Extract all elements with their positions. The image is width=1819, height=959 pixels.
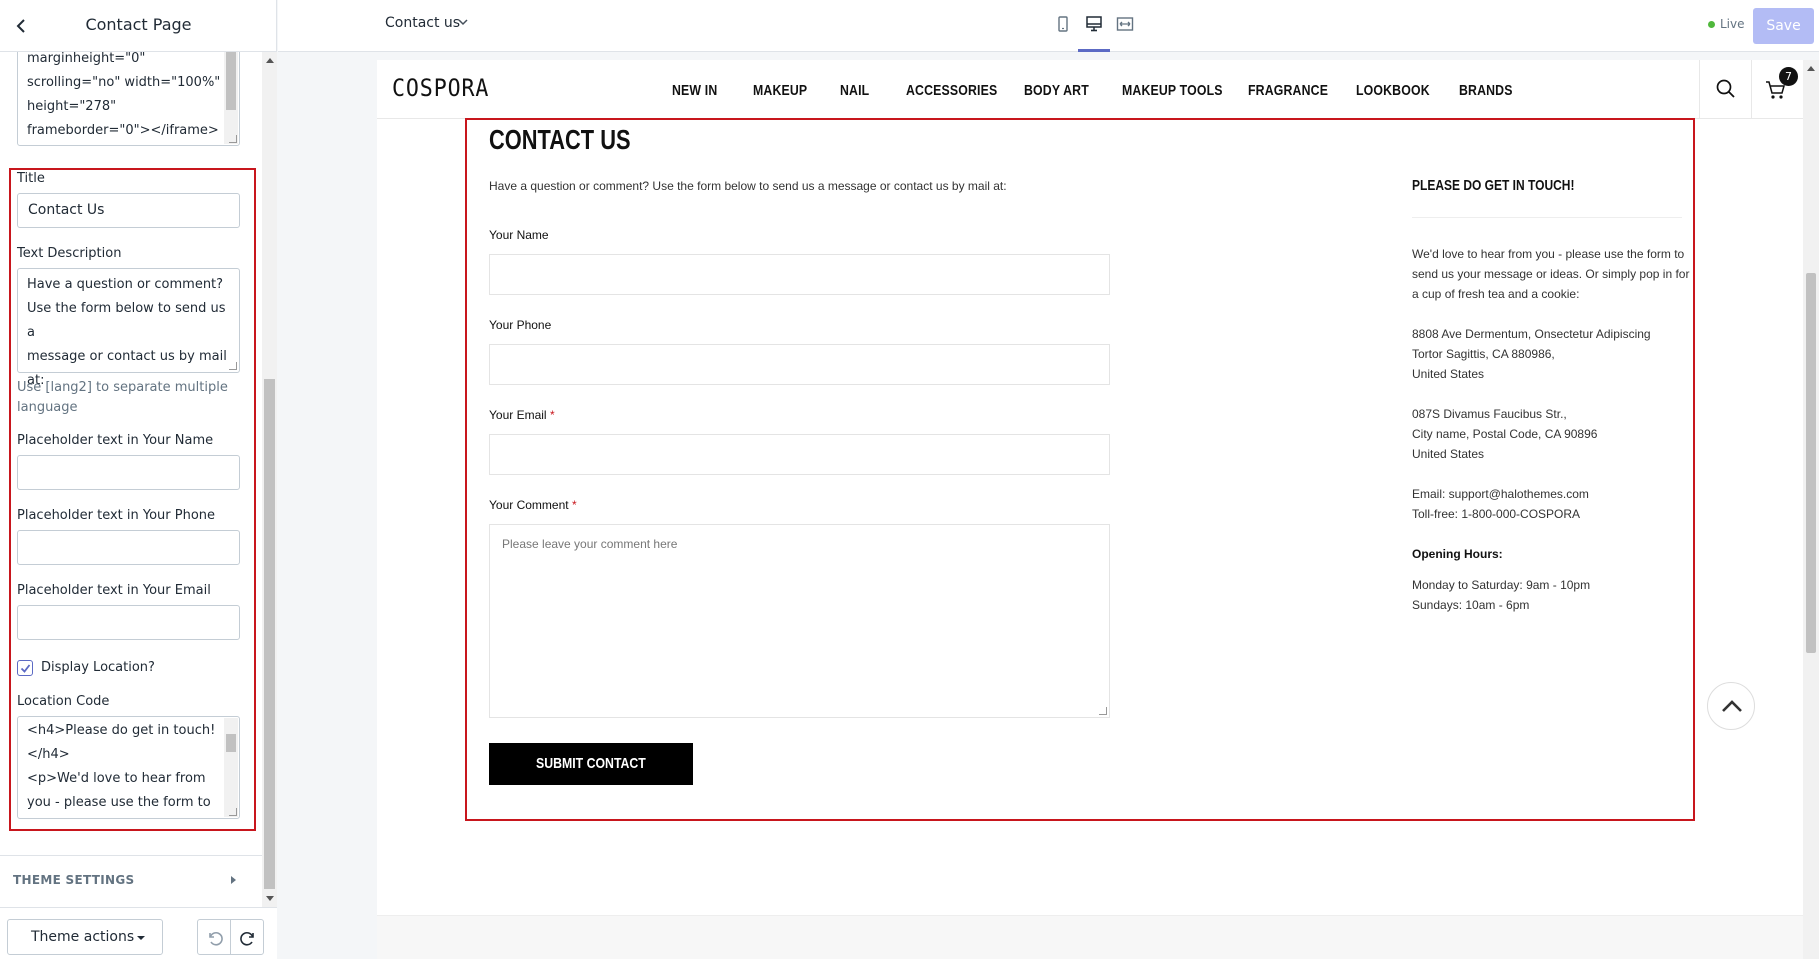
scrollbar-thumb[interactable]: [1806, 273, 1816, 653]
storefront-preview: COSPORA NEW IN MAKEUP NAIL ACCESSORIES B…: [377, 60, 1803, 959]
editor-sidebar: Contact Page marginheight="0" scrolling=…: [0, 0, 277, 959]
required-mark: *: [571, 498, 577, 512]
theme-settings-label: THEME SETTINGS: [13, 873, 135, 887]
nav-makeup[interactable]: MAKEUP: [753, 82, 807, 99]
support-email: Email: support@halothemes.com: [1412, 487, 1589, 501]
comment-textarea[interactable]: Please leave your comment here: [489, 524, 1110, 718]
theme-actions-button[interactable]: Theme actions: [7, 919, 163, 955]
map-code-textarea[interactable]: marginheight="0" scrolling="no" width="1…: [17, 52, 240, 146]
hours-line: Monday to Saturday: 9am - 10pm: [1412, 578, 1591, 592]
email-input[interactable]: [489, 434, 1110, 475]
fullscreen-view-button[interactable]: [1113, 12, 1137, 36]
textarea-scrollbar[interactable]: [224, 52, 238, 144]
email-label-text: Your Email: [489, 408, 547, 422]
save-button[interactable]: Save: [1753, 8, 1814, 44]
phone-input[interactable]: [489, 344, 1110, 385]
email-label: Your Email *: [489, 408, 555, 422]
name-input[interactable]: [489, 254, 1110, 295]
scrollbar-thumb[interactable]: [264, 379, 275, 889]
undo-button[interactable]: [197, 919, 231, 955]
active-view-indicator: [1078, 49, 1110, 52]
code-line: frameborder="0"></iframe>: [27, 123, 219, 138]
sidebar-header: Contact Page: [0, 0, 277, 52]
page-select-dropdown[interactable]: Contact us: [385, 15, 460, 31]
name-label: Your Name: [489, 228, 549, 242]
undo-icon: [209, 932, 223, 946]
contact-intro: Have a question or comment? Use the form…: [489, 179, 1007, 193]
live-status-dot: [1708, 21, 1715, 28]
redo-icon: [240, 932, 254, 946]
preview-scrollbar[interactable]: [1803, 60, 1819, 959]
scroll-down-arrow-icon[interactable]: [266, 896, 274, 901]
live-status-label: Live: [1720, 17, 1745, 31]
nav-body-art[interactable]: BODY ART: [1024, 82, 1089, 99]
comment-placeholder: Please leave your comment here: [502, 537, 678, 551]
required-mark: *: [549, 408, 555, 422]
mobile-view-button[interactable]: [1051, 12, 1075, 36]
hours-line: Sundays: 10am - 6pm: [1412, 598, 1530, 612]
theme-settings-section[interactable]: THEME SETTINGS: [0, 855, 262, 907]
nav-nail[interactable]: NAIL: [840, 82, 869, 99]
header-divider: [1699, 60, 1700, 119]
location-intro: We'd love to hear from you - please use …: [1412, 247, 1690, 301]
editor-topbar: Contact us Live Save: [278, 0, 1819, 52]
nav-new-in[interactable]: NEW IN: [672, 82, 717, 99]
tollfree-number: Toll-free: 1-800-000-COSPORA: [1412, 507, 1581, 521]
sidebar-footer: Theme actions: [0, 907, 277, 959]
caret-down-icon: [137, 936, 145, 940]
code-line: height="278": [27, 99, 117, 114]
header-divider: [1751, 60, 1752, 119]
address-line: Tortor Sagittis, CA 880986,: [1412, 347, 1555, 361]
contact-title: CONTACT US: [489, 124, 631, 155]
theme-actions-label: Theme actions: [31, 929, 135, 945]
caret-right-icon: [231, 876, 236, 884]
sidebar-title: Contact Page: [85, 15, 192, 34]
comment-label: Your Comment *: [489, 498, 577, 512]
address-line: City name, Postal Code, CA 90896: [1412, 427, 1598, 441]
nav-fragrance[interactable]: FRAGRANCE: [1248, 82, 1328, 99]
cart-count-badge: 7: [1779, 67, 1798, 86]
scroll-up-arrow-icon[interactable]: [1807, 66, 1815, 71]
back-to-top-button[interactable]: [1707, 682, 1755, 730]
store-logo[interactable]: COSPORA: [392, 74, 489, 102]
resize-handle[interactable]: [1099, 707, 1107, 715]
nav-accessories[interactable]: ACCESSORIES: [906, 82, 997, 99]
nav-lookbook[interactable]: LOOKBOOK: [1356, 82, 1430, 99]
footer-strip: [377, 915, 1803, 959]
address-line: United States: [1412, 367, 1485, 381]
highlight-frame: [9, 168, 256, 831]
phone-label: Your Phone: [489, 318, 552, 332]
chevron-up-icon: [1722, 700, 1742, 712]
desktop-icon: [1086, 16, 1102, 32]
resize-handle[interactable]: [229, 135, 237, 143]
address-line: United States: [1412, 447, 1485, 461]
store-header: COSPORA NEW IN MAKEUP NAIL ACCESSORIES B…: [377, 60, 1803, 119]
address-line: 8808 Ave Dermentum, Onsectetur Adipiscin…: [1412, 327, 1651, 341]
code-line: scrolling="no" width="100%": [27, 75, 221, 90]
address-line: 087S Divamus Faucibus Str.,: [1412, 407, 1567, 421]
opening-hours-title: Opening Hours:: [1412, 547, 1503, 561]
expand-width-icon: [1116, 17, 1134, 31]
nav-brands[interactable]: BRANDS: [1459, 82, 1513, 99]
comment-label-text: Your Comment: [489, 498, 569, 512]
code-line: marginheight="0": [27, 52, 146, 66]
scroll-up-arrow-icon[interactable]: [266, 58, 274, 63]
desktop-view-button[interactable]: [1082, 12, 1106, 36]
nav-makeup-tools[interactable]: MAKEUP TOOLS: [1122, 82, 1223, 99]
location-divider: [1412, 217, 1682, 218]
submit-label: SUBMIT CONTACT: [536, 755, 646, 772]
redo-button[interactable]: [230, 919, 264, 955]
location-title: PLEASE DO GET IN TOUCH!: [1412, 177, 1575, 194]
sidebar-scrollbar[interactable]: [262, 52, 277, 907]
submit-contact-button[interactable]: SUBMIT CONTACT: [489, 743, 693, 785]
mobile-icon: [1058, 16, 1068, 32]
chevron-down-icon: [458, 19, 468, 26]
search-icon[interactable]: [1715, 78, 1737, 100]
